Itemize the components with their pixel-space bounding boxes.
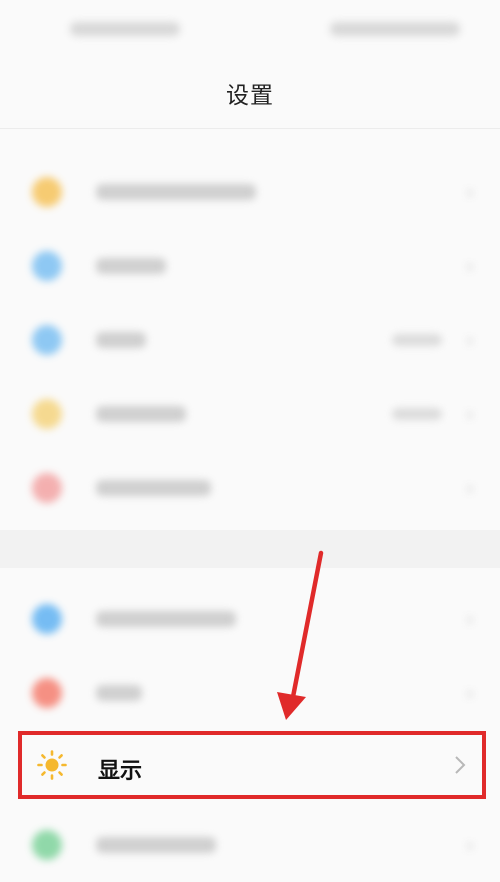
row-icon: [32, 177, 62, 207]
chevron-right-icon: ›: [466, 328, 474, 352]
settings-row-display[interactable]: 显示: [22, 735, 482, 795]
status-right-blur: [330, 22, 460, 36]
chevron-right-icon: ›: [466, 476, 474, 500]
row-label-blur: [96, 685, 142, 701]
status-bar: [0, 0, 500, 58]
highlight-annotation-box: 显示: [18, 731, 486, 799]
settings-row[interactable]: ›: [0, 808, 500, 882]
page-title: 设置: [226, 83, 274, 109]
chevron-right-icon: ›: [466, 833, 474, 857]
display-label: 显示: [98, 759, 143, 784]
row-label-blur: [96, 332, 146, 348]
settings-row[interactable]: ›: [0, 377, 500, 451]
sun-icon: [37, 750, 67, 780]
chevron-right-icon: ›: [466, 180, 474, 204]
row-icon: [32, 251, 62, 281]
row-value-blur: [392, 334, 442, 346]
row-icon: [32, 325, 62, 355]
section-gap: [0, 530, 500, 568]
settings-row[interactable]: ›: [0, 303, 500, 377]
row-icon: [32, 830, 62, 860]
row-value-blur: [392, 408, 442, 420]
row-label-blur: [96, 837, 216, 853]
row-icon: [32, 473, 62, 503]
row-icon: [32, 678, 62, 708]
settings-row[interactable]: ›: [0, 229, 500, 303]
row-label-blur: [96, 406, 186, 422]
row-icon: [32, 604, 62, 634]
chevron-right-icon: ›: [466, 607, 474, 631]
settings-row[interactable]: ›: [0, 155, 500, 229]
header: 设置: [0, 58, 500, 129]
settings-row[interactable]: ›: [0, 582, 500, 656]
settings-row[interactable]: ›: [0, 451, 500, 525]
chevron-right-icon: ›: [466, 402, 474, 426]
chevron-right-icon: [455, 756, 466, 774]
row-label-blur: [96, 184, 256, 200]
row-icon: [32, 399, 62, 429]
row-label-blur: [96, 480, 211, 496]
chevron-right-icon: ›: [466, 254, 474, 278]
row-label-blur: [96, 611, 236, 627]
chevron-right-icon: ›: [466, 681, 474, 705]
row-label-blur: [96, 258, 166, 274]
settings-row[interactable]: ›: [0, 656, 500, 730]
status-left-blur: [70, 22, 180, 36]
